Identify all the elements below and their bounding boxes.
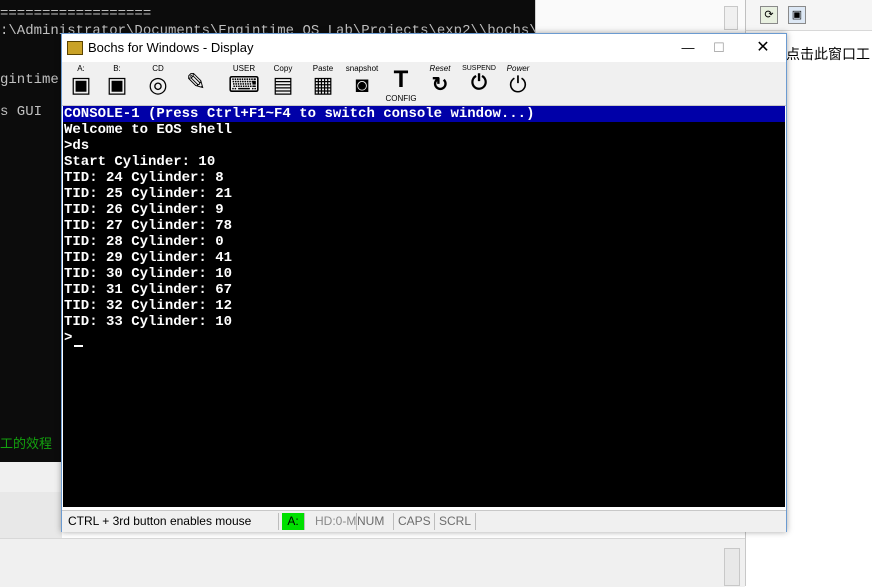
floppy-b-button[interactable]: B: ▣ <box>104 64 130 104</box>
cdrom-button[interactable]: CD ◎ <box>144 64 172 104</box>
close-button[interactable]: ✕ <box>748 36 778 60</box>
background-toolbar: ⟳ ▣ <box>745 0 872 31</box>
status-bar: CTRL + 3rd button enables mouse A: HD:0-… <box>62 510 786 532</box>
floppy-a-button[interactable]: A: ▣ <box>68 64 94 104</box>
config-button[interactable]: T CONFIG <box>384 64 418 104</box>
scroll-lock-indicator: SCRL <box>435 513 476 530</box>
status-blank <box>476 513 784 530</box>
num-lock-indicator: NUM <box>353 513 394 530</box>
background-editor-panel <box>535 0 746 35</box>
console-line: TID: 27 Cylinder: 78 <box>64 218 233 234</box>
image-icon[interactable]: ▣ <box>788 6 806 24</box>
console-line: >ds <box>64 138 90 154</box>
background-scrollbar[interactable] <box>724 6 738 30</box>
terminal-line-1: ================== <box>0 6 152 22</box>
maximize-button[interactable]: ☐ <box>704 36 734 60</box>
mouse-icon: ✎ <box>185 69 207 96</box>
suspend-button[interactable]: SUSPEND ⏻ <box>462 64 496 104</box>
floppy-indicator: A: <box>282 513 305 530</box>
text-cursor <box>74 345 83 347</box>
power-icon: ⏻ <box>509 72 527 97</box>
refresh-icon[interactable]: ⟳ <box>760 6 778 24</box>
console-line: TID: 31 Cylinder: 67 <box>64 282 233 298</box>
terminal-line-5: gintime <box>0 72 59 88</box>
floppy-a-icon: ▣ <box>70 72 92 97</box>
copy-icon: ▤ <box>272 72 294 97</box>
paste-icon: ▦ <box>312 72 334 97</box>
cdrom-icon: ◎ <box>148 72 168 97</box>
console-line: TID: 32 Cylinder: 12 <box>64 298 233 314</box>
hd-indicator: HD:0-M <box>311 513 357 530</box>
background-panel-strip-2 <box>0 492 62 538</box>
window-title: Bochs for Windows - Display <box>88 40 254 55</box>
console-line: TID: 29 Cylinder: 41 <box>64 250 233 266</box>
console-line: TID: 30 Cylinder: 10 <box>64 266 233 282</box>
snapshot-button[interactable]: snapshot ◙ <box>344 64 380 104</box>
caps-lock-indicator: CAPS <box>394 513 435 530</box>
background-cjk-text: 点击此窗口工 <box>786 47 870 63</box>
floppy-b-icon: ▣ <box>106 72 128 97</box>
reset-icon: ↻ <box>431 74 449 96</box>
background-bottom-panel <box>0 538 745 587</box>
copy-button[interactable]: Copy ▤ <box>268 64 298 104</box>
bochs-app-icon <box>67 41 83 55</box>
console-line: TID: 24 Cylinder: 8 <box>64 170 224 186</box>
console-line: TID: 28 Cylinder: 0 <box>64 234 224 250</box>
console-prompt: > <box>64 330 73 346</box>
paste-button[interactable]: Paste ▦ <box>308 64 338 104</box>
console-line: TID: 33 Cylinder: 10 <box>64 314 233 330</box>
background-bottom-scrollbar[interactable] <box>724 548 740 586</box>
camera-icon: ◙ <box>355 72 369 97</box>
console-line: TID: 26 Cylinder: 9 <box>64 202 224 218</box>
config-icon: T <box>393 66 409 93</box>
power-button[interactable]: Power ⏻ <box>502 64 534 104</box>
console-header: CONSOLE-1 (Press Ctrl+F1~F4 to switch co… <box>63 106 785 122</box>
mouse-capture-button[interactable]: ✎ <box>180 64 212 104</box>
console-line: TID: 25 Cylinder: 21 <box>64 186 233 202</box>
status-hint: CTRL + 3rd button enables mouse <box>64 513 279 530</box>
terminal-green-text: 工的效程 <box>0 437 53 452</box>
bochs-display-window[interactable]: Bochs for Windows - Display — ☐ ✕ A: ▣ B… <box>61 33 787 532</box>
reset-button[interactable]: Reset ↻ <box>424 64 456 104</box>
title-bar[interactable]: Bochs for Windows - Display — ☐ ✕ <box>62 34 786 62</box>
console-line: Start Cylinder: 10 <box>64 154 216 170</box>
terminal-line-7: s GUI <box>0 104 43 120</box>
console-line: Welcome to EOS shell <box>64 122 233 138</box>
emulator-console[interactable]: CONSOLE-1 (Press Ctrl+F1~F4 to switch co… <box>63 106 785 507</box>
minimize-button[interactable]: — <box>673 36 703 60</box>
suspend-icon: ⏻ <box>471 72 487 94</box>
config-label: CONFIG <box>385 94 417 103</box>
bochs-toolbar: A: ▣ B: ▣ CD ◎ ✎ USER ⌨ Copy ▤ Paste ▦ s… <box>62 62 786 106</box>
user-button[interactable]: USER ⌨ <box>228 64 260 104</box>
keyboard-icon: ⌨ <box>228 72 260 97</box>
